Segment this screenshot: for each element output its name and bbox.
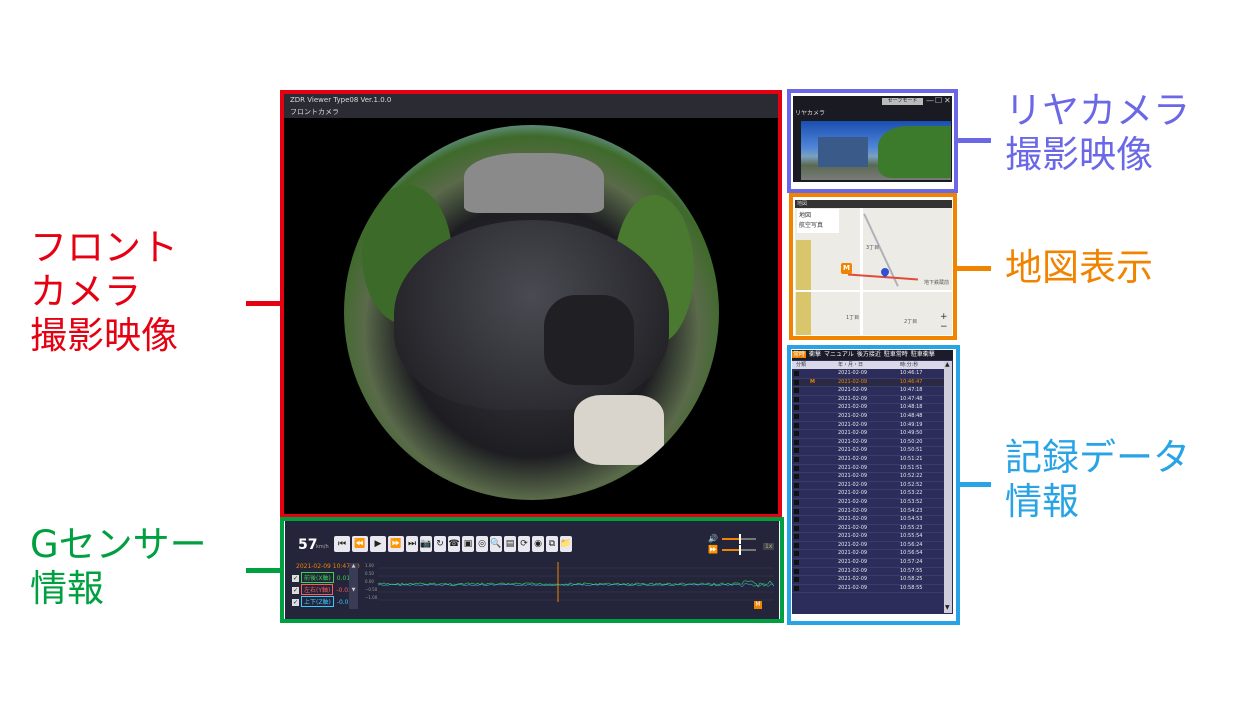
front-camera-leader — [246, 301, 281, 306]
record-frame — [787, 345, 960, 625]
callout-line: カメラ — [30, 270, 141, 313]
record-callout: 記録データ 情報 — [1005, 436, 1190, 524]
callout-line: 地図表示 — [1005, 246, 1153, 289]
callout-line: フロント — [30, 226, 178, 269]
gsensor-leader — [246, 568, 281, 573]
rear-camera-frame — [787, 89, 958, 193]
rear-camera-callout: リヤカメラ 撮影映像 — [1005, 89, 1190, 177]
callout-line: 情報 — [1005, 480, 1079, 523]
gsensor-frame — [280, 517, 784, 623]
front-camera-callout: フロント カメラ 撮影映像 — [30, 226, 178, 358]
callout-line: 記録データ — [1005, 436, 1190, 479]
record-leader — [956, 482, 991, 487]
callout-line: 情報 — [30, 567, 104, 610]
map-leader — [956, 266, 991, 271]
gsensor-callout: Gセンサー 情報 — [30, 523, 207, 611]
map-callout: 地図表示 — [1005, 246, 1153, 290]
callout-line: 撮影映像 — [1005, 133, 1153, 176]
map-frame — [789, 193, 957, 340]
callout-line: 撮影映像 — [30, 314, 178, 357]
rear-camera-leader — [956, 138, 991, 143]
front-camera-frame — [280, 90, 782, 518]
callout-line: Gセンサー — [30, 523, 207, 566]
callout-line: リヤカメラ — [1005, 89, 1190, 132]
